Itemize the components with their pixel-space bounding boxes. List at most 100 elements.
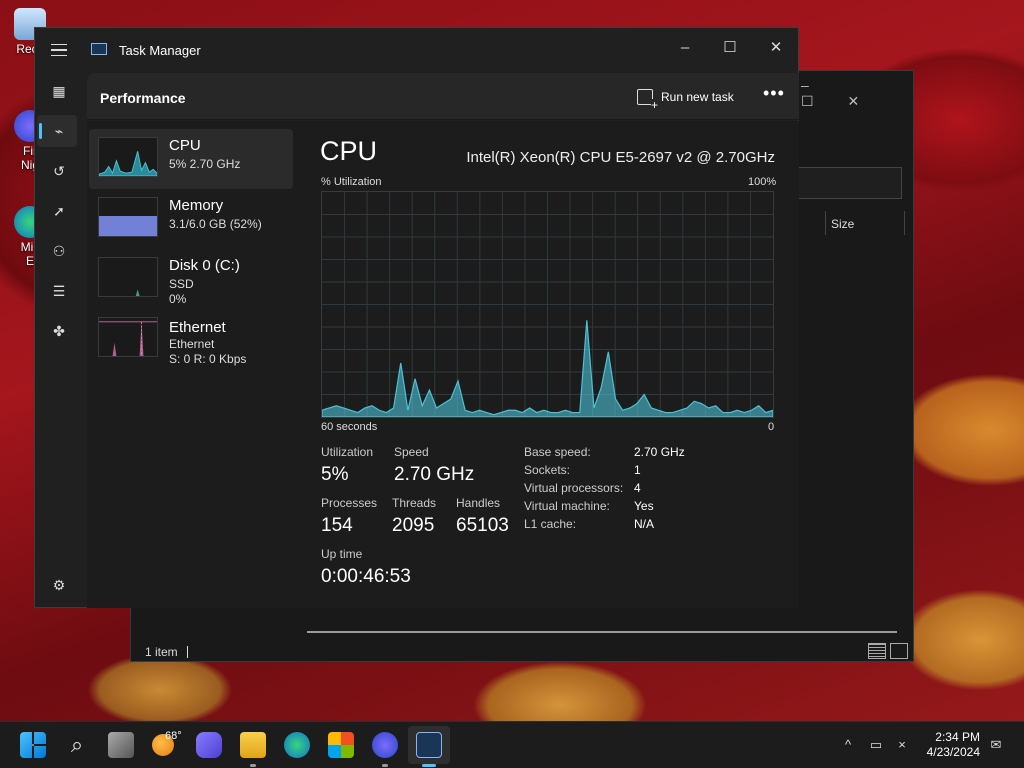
nav-services[interactable]: ✤ bbox=[37, 315, 77, 347]
notifications-icon[interactable]: ✉ bbox=[988, 737, 1004, 753]
cpu-heading: CPU bbox=[320, 136, 378, 166]
teams-chat-icon[interactable] bbox=[196, 732, 222, 758]
x-axis-left: 60 seconds bbox=[321, 421, 378, 433]
info-label: Virtual machine: bbox=[524, 499, 610, 513]
explorer-window-controls[interactable]: –☐✕ bbox=[801, 77, 913, 110]
info-value: 4 bbox=[634, 481, 641, 495]
horizontal-scrollbar[interactable] bbox=[307, 631, 897, 633]
show-hidden-icons-chevron-icon[interactable]: ^ bbox=[840, 737, 856, 753]
device-detail: Ethernet bbox=[169, 337, 215, 351]
nav-users[interactable]: ⚇ bbox=[37, 235, 77, 267]
processes-label: Processes bbox=[321, 496, 378, 510]
cpu-utilization-graph bbox=[321, 191, 774, 418]
active-indicator bbox=[39, 123, 42, 139]
performance-icon: ⌁ bbox=[54, 123, 64, 139]
device-name: Memory bbox=[169, 197, 224, 214]
nav-settings[interactable]: ⚙ bbox=[37, 569, 77, 601]
device-detail: S: 0 R: 0 Kbps bbox=[169, 352, 247, 366]
task-view-icon[interactable] bbox=[108, 732, 134, 758]
run-task-icon bbox=[637, 89, 659, 111]
services-icon: ✤ bbox=[53, 323, 65, 339]
status-item-count: 1 item bbox=[145, 645, 178, 659]
device-cpu[interactable]: CPU 5% 2.70 GHz bbox=[89, 129, 293, 189]
run-new-task-label: Run new task bbox=[661, 90, 734, 104]
task-manager-window: Task Manager – ☐ ✕ ▦ ⌁ ↺ ➚ ⚇ ☰ ✤ ⚙ Perfo… bbox=[34, 27, 799, 608]
nav-details[interactable]: ☰ bbox=[37, 275, 77, 307]
task-manager-icon bbox=[416, 732, 442, 758]
uptime-value: 0:00:46:53 bbox=[321, 566, 411, 587]
speed-label: Speed bbox=[394, 445, 429, 459]
y-axis-label: % Utilization bbox=[321, 176, 382, 188]
nav-processes[interactable]: ▦ bbox=[37, 75, 77, 107]
utilization-value: 5% bbox=[321, 464, 349, 485]
system-clock[interactable]: 2:34 PM 4/23/2024 bbox=[927, 730, 980, 760]
processes-value: 154 bbox=[321, 515, 353, 536]
info-value: 2.70 GHz bbox=[634, 445, 685, 459]
task-manager-taskbar-button[interactable] bbox=[408, 726, 450, 764]
start-button-icon[interactable] bbox=[20, 732, 46, 758]
explorer-search-box[interactable] bbox=[796, 167, 902, 199]
ethernet-thumbnail-graph bbox=[98, 317, 158, 357]
info-label: Virtual processors: bbox=[524, 481, 624, 495]
utilization-label: Utilization bbox=[321, 445, 374, 459]
edge-icon[interactable] bbox=[284, 732, 310, 758]
clock-time: 2:34 PM bbox=[935, 730, 980, 744]
maximize-button[interactable]: ☐ bbox=[707, 34, 753, 62]
hamburger-menu-icon[interactable] bbox=[51, 44, 67, 56]
column-divider bbox=[825, 211, 826, 235]
info-value: Yes bbox=[634, 499, 654, 513]
history-icon: ↺ bbox=[53, 163, 65, 179]
active-indicator bbox=[422, 764, 436, 767]
cpu-model: Intel(R) Xeon(R) CPU E5-2697 v2 @ 2.70GH… bbox=[466, 149, 775, 166]
uptime-label: Up time bbox=[321, 547, 363, 561]
more-options-button[interactable]: ••• bbox=[763, 83, 785, 104]
device-detail: 3.1/6.0 GB (52%) bbox=[169, 217, 262, 231]
speed-value: 2.70 GHz bbox=[394, 464, 475, 485]
info-label: Base speed: bbox=[524, 445, 591, 459]
window-title: Task Manager bbox=[119, 43, 201, 58]
info-label: Sockets: bbox=[524, 463, 571, 477]
info-value: N/A bbox=[634, 517, 655, 531]
device-name: Ethernet bbox=[169, 319, 226, 336]
microsoft-store-icon[interactable] bbox=[328, 732, 354, 758]
x-axis-right: 0 bbox=[768, 421, 775, 433]
firefox-nightly-icon[interactable] bbox=[372, 732, 398, 758]
cpu-thumbnail-graph bbox=[98, 137, 158, 177]
nav-performance[interactable]: ⌁ bbox=[37, 115, 77, 147]
info-value: 1 bbox=[634, 463, 641, 477]
threads-label: Threads bbox=[392, 496, 437, 510]
network-icon[interactable]: ▭ bbox=[868, 737, 884, 753]
device-ethernet[interactable]: Ethernet Ethernet S: 0 R: 0 Kbps bbox=[89, 315, 293, 375]
details-view-icon[interactable] bbox=[868, 643, 886, 659]
device-detail: 0% bbox=[169, 292, 187, 306]
device-name: CPU bbox=[169, 137, 201, 154]
search-icon[interactable]: ⌕ bbox=[64, 732, 90, 758]
title-bar[interactable]: Task Manager – ☐ ✕ bbox=[35, 28, 798, 72]
minimize-button[interactable]: – bbox=[662, 34, 708, 62]
device-detail: 5% 2.70 GHz bbox=[169, 157, 241, 171]
nav-app-history[interactable]: ↺ bbox=[37, 155, 77, 187]
close-button[interactable]: ✕ bbox=[753, 34, 799, 62]
info-label: L1 cache: bbox=[524, 517, 577, 531]
device-disk[interactable]: Disk 0 (C:) SSD 0% bbox=[89, 249, 293, 309]
tiles-view-icon[interactable] bbox=[890, 643, 908, 659]
page-header: Performance Run new task ••• bbox=[87, 73, 799, 120]
device-memory[interactable]: Memory 3.1/6.0 GB (52%) bbox=[89, 189, 293, 249]
nav-startup-apps[interactable]: ➚ bbox=[37, 195, 77, 227]
startup-icon: ➚ bbox=[53, 203, 65, 219]
task-manager-app-icon bbox=[91, 43, 107, 55]
disk-thumbnail-graph bbox=[98, 257, 158, 297]
status-divider bbox=[187, 646, 188, 658]
run-new-task-button[interactable]: Run new task bbox=[637, 86, 734, 111]
column-header-size[interactable]: Size bbox=[831, 217, 854, 231]
y-axis-max: 100% bbox=[748, 176, 777, 188]
device-detail: SSD bbox=[169, 277, 194, 291]
volume-muted-icon[interactable]: × bbox=[894, 737, 910, 753]
settings-icon: ⚙ bbox=[52, 577, 66, 593]
file-explorer-icon[interactable] bbox=[240, 732, 266, 758]
clock-date: 4/23/2024 bbox=[926, 745, 980, 759]
handles-value: 65103 bbox=[456, 515, 509, 536]
threads-value: 2095 bbox=[392, 515, 435, 536]
running-indicator bbox=[250, 764, 256, 767]
page-title: Performance bbox=[100, 90, 186, 106]
